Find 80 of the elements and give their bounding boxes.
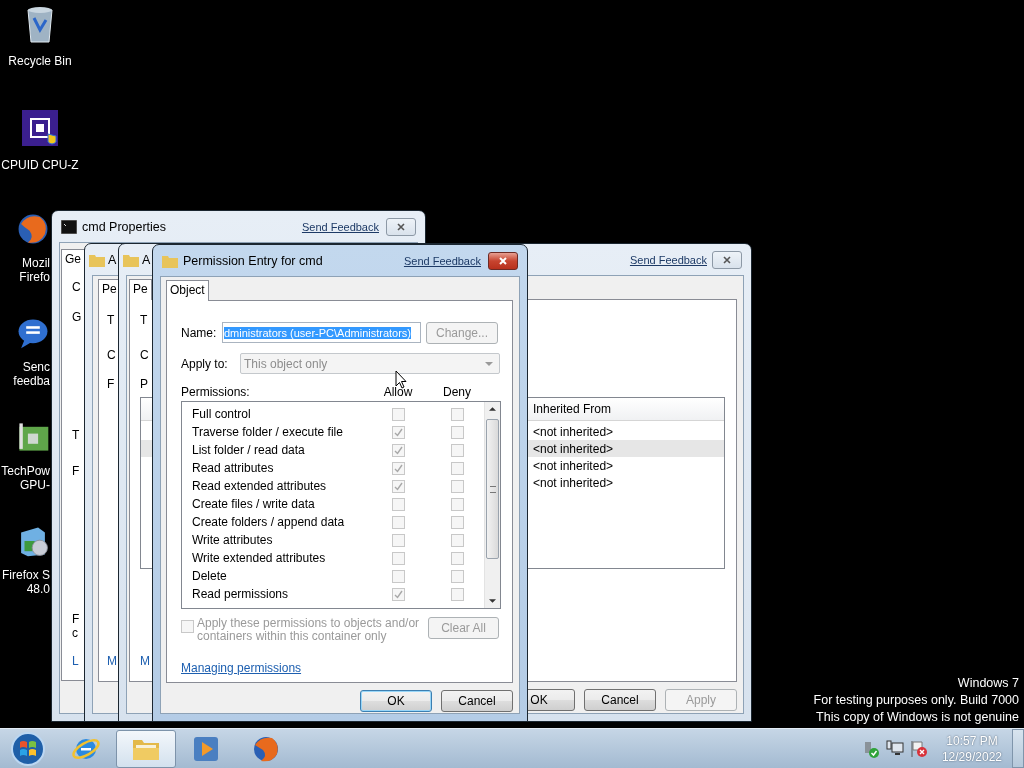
help-link[interactable]: Managing permissions [181, 661, 302, 675]
folder-icon [123, 252, 139, 267]
permission-name: Read permissions [192, 587, 290, 601]
label-text: F [107, 378, 115, 390]
section-label: Permissions: [181, 385, 251, 399]
icon-label: Recycle Bin [8, 54, 72, 68]
label-text: F [72, 465, 80, 477]
icon-label: Mozil Firefo [19, 256, 50, 284]
label-text: L [72, 655, 79, 667]
permission-name: Read extended attributes [192, 479, 328, 493]
network-icon[interactable] [885, 739, 904, 758]
globe-icon[interactable] [16, 212, 50, 246]
permission-name: Create folders / append data [192, 515, 346, 529]
label-text: M [107, 655, 117, 667]
field-label: Apply to: [181, 356, 229, 371]
window-title: A [142, 252, 151, 267]
checkbox-label: Apply these permissions to objects and/or containers within this container only [197, 617, 421, 643]
label-text: M [140, 655, 150, 667]
field-label: Name: [181, 325, 218, 340]
tab[interactable]: Pe [129, 279, 152, 300]
label-text: T [140, 314, 148, 326]
close-icon [498, 255, 508, 266]
send-feedback-link[interactable]: Send Feedback [629, 253, 707, 266]
label-text: P [140, 378, 148, 390]
label-text: C [140, 349, 149, 361]
folder-icon [89, 252, 105, 267]
label-text: G [72, 311, 82, 323]
taskbar-button[interactable] [116, 729, 176, 768]
permission-name: Read attributes [192, 461, 275, 475]
icon-label: CPUID CPU-Z [1, 158, 79, 172]
permission-name: Delete [192, 569, 228, 583]
permission-name: Full control [192, 407, 252, 421]
label-text: T [72, 429, 80, 441]
dialog-button[interactable]: Cancel [584, 689, 656, 711]
speech-bubble-icon[interactable] [16, 316, 50, 350]
tab[interactable]: Pe [98, 279, 121, 300]
label-text: T [107, 314, 115, 326]
close-button[interactable] [712, 250, 742, 269]
icon-label: Firefox S 48.0 [2, 568, 50, 596]
permission-name: Write extended attributes [192, 551, 327, 565]
permission-name: Create files / write data [192, 497, 316, 511]
send-feedback-link[interactable]: Send Feedback [301, 220, 379, 233]
permission-name: List folder / read data [192, 443, 306, 457]
chip-icon[interactable] [20, 108, 60, 148]
scroll-up-icon[interactable] [489, 407, 496, 411]
close-icon [722, 254, 732, 265]
dialog-button[interactable]: Cancel [441, 690, 513, 712]
close-button[interactable] [386, 217, 416, 236]
column-header: Allow [383, 385, 413, 399]
watermark-line: This copy of Windows is not genuine [815, 709, 1019, 726]
table-cell-text: <not inherited> [532, 441, 614, 456]
watermark-line: Windows 7 [956, 675, 1019, 692]
column-header: Deny [442, 385, 472, 399]
watermark-line: For testing purposes only. Build 7000 [813, 692, 1019, 709]
show-desktop-button[interactable] [1012, 729, 1024, 768]
send-feedback-link[interactable]: Send Feedback [403, 254, 481, 267]
label-text: F [72, 613, 80, 625]
label-text: C [72, 281, 81, 293]
column-header[interactable]: Inherited From [530, 402, 612, 416]
label-text: C [107, 349, 116, 361]
window-title: A [108, 252, 117, 267]
dialog-button[interactable]: OK [360, 690, 432, 712]
console-icon [61, 219, 77, 234]
window-title: cmd Properties [82, 219, 167, 234]
icon-label: Senc feedba [13, 360, 50, 388]
icon-label: TechPow GPU- [1, 464, 50, 492]
close-button[interactable] [488, 251, 518, 270]
circuit-board-icon[interactable] [16, 420, 50, 454]
tab[interactable]: Ge [61, 249, 85, 270]
flag-icon[interactable] [909, 739, 928, 758]
permission-name: Write attributes [192, 533, 274, 547]
caret-icon [485, 361, 493, 366]
tab[interactable]: Object [166, 280, 209, 301]
scroll-down-icon[interactable] [489, 599, 496, 603]
mouse-cursor-icon [395, 370, 407, 389]
label-text: c [72, 627, 78, 639]
window-title: Permission Entry for cmd [183, 253, 323, 268]
close-icon [396, 221, 406, 232]
permission-name: Traverse folder / execute file [192, 425, 344, 439]
scrollbar[interactable] [484, 402, 500, 608]
